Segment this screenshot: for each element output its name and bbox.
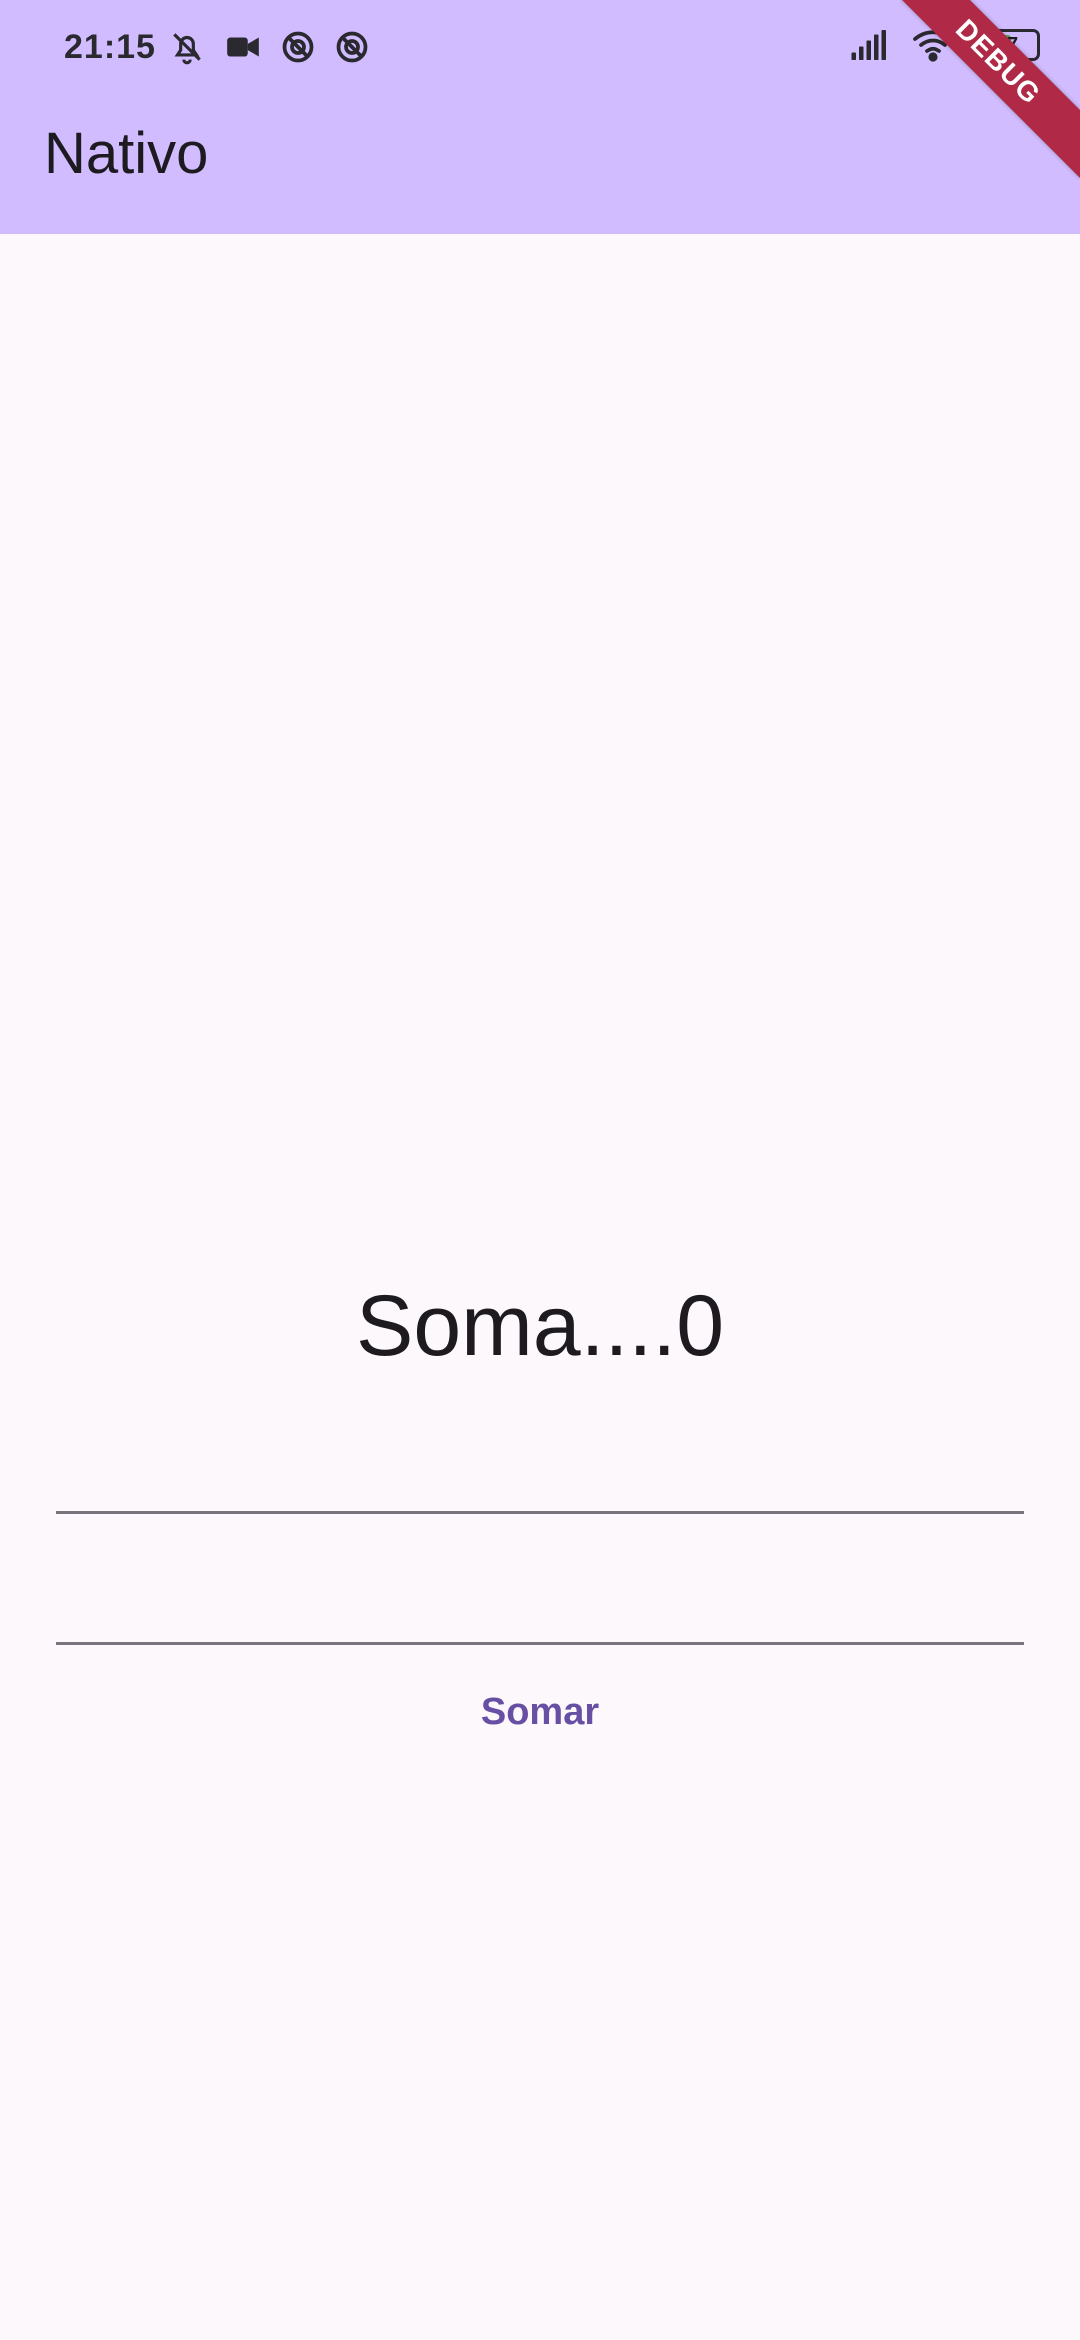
main-content: Soma....0 Somar [0,234,1080,2340]
battery-level: 57 [974,29,1040,61]
app-bar: 21:15 57 Nativo DEBUG [0,0,1080,234]
status-right-icons: 57 [850,28,1040,62]
second-number-input[interactable] [56,1553,1024,1645]
status-left-icons [168,28,370,66]
first-number-input[interactable] [56,1422,1024,1514]
app-title: Nativo [44,121,209,186]
status-bar: 21:15 57 [0,0,1080,100]
signal-icon [850,28,892,62]
video-camera-icon [224,31,262,63]
sum-result-label: Soma....0 [355,1278,725,1374]
battery-icon: 57 [974,29,1040,61]
sum-button[interactable]: Somar [440,1674,640,1750]
battery-text: 57 [995,34,1019,56]
blocked-app-icon [280,29,316,65]
status-time: 21:15 [64,28,156,66]
blocked-app-icon [334,29,370,65]
wifi-icon [912,28,954,62]
muted-bell-icon [168,28,206,66]
